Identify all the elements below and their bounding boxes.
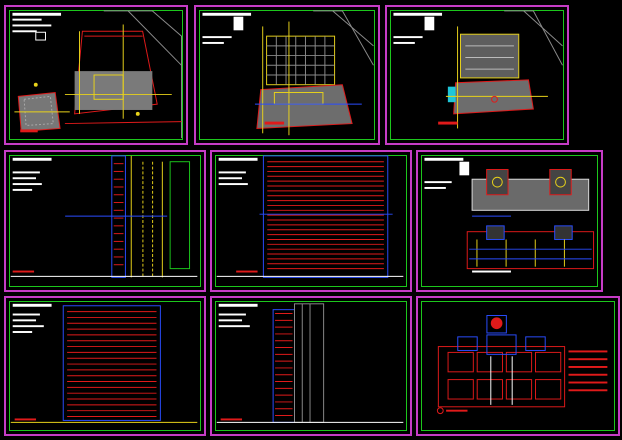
details-drawing [424,157,595,273]
side-elevation-drawing [216,303,404,423]
sheet-foundation-details[interactable] [416,150,603,292]
sheet-side-elevation-1[interactable] [4,150,206,292]
sheet-site-plan-2[interactable] [194,5,380,145]
side-elevation-drawing [10,155,198,278]
front-elevation-drawing [216,155,404,278]
site-plan-drawing [393,10,563,129]
sheet-site-plan-3[interactable] [385,5,569,145]
sheet-side-elevation-2[interactable] [210,296,412,436]
sheet-rear-elevation[interactable] [4,296,206,436]
sheet-site-plan-1[interactable] [4,5,188,145]
site-plan-drawing [202,10,374,136]
rear-elevation-drawing [10,303,198,423]
sheet-floor-plan[interactable] [416,296,620,436]
floor-plan-drawing [436,315,608,415]
site-plan-drawing [12,10,182,139]
sheet-front-elevation[interactable] [210,150,412,292]
